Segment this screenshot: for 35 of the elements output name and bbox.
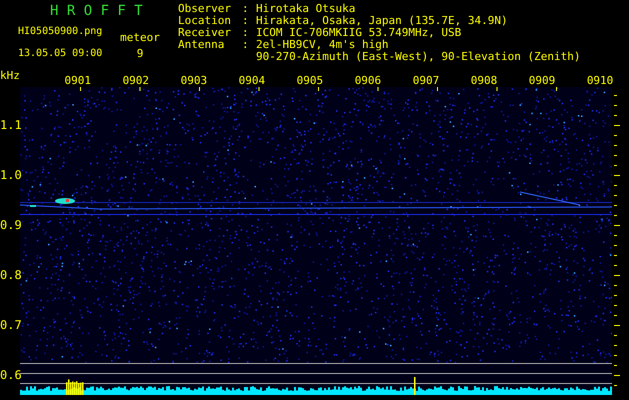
colon: : bbox=[242, 15, 250, 27]
frequency-label: 1.0 bbox=[0, 169, 20, 184]
info-label: Receiver bbox=[178, 27, 232, 39]
colon: : bbox=[242, 3, 250, 15]
app-title: H R O F F T bbox=[49, 3, 144, 21]
count-label: meteor bbox=[119, 30, 161, 46]
time-label: 0905 bbox=[296, 73, 324, 87]
time-label: 0909 bbox=[528, 73, 556, 87]
frequency-label: 1.1 bbox=[0, 119, 20, 134]
info-value: Hirotaka Otsuka bbox=[256, 3, 356, 15]
time-label: 0902 bbox=[122, 73, 150, 87]
time-label: 0906 bbox=[354, 73, 382, 87]
axis-unit: kHz bbox=[0, 68, 21, 82]
time-label: 0903 bbox=[180, 73, 208, 87]
time-label: 0901 bbox=[64, 73, 92, 87]
time-label: 0910 bbox=[586, 73, 614, 87]
info-label: Antenna bbox=[178, 39, 226, 53]
time-label: 0904 bbox=[238, 73, 266, 87]
time-label: 0907 bbox=[412, 73, 440, 87]
frequency-label: 0.8 bbox=[0, 269, 20, 284]
info-value: 90-270-Azimuth (East-West), 90-Elevation (Zenith) bbox=[256, 51, 581, 63]
info-value: Hirakata, Osaka, Japan (135.7E, 34.9N) bbox=[256, 15, 508, 27]
date-time: 13.05.05 09:00 bbox=[18, 47, 102, 60]
file-name: HI05050900.png bbox=[18, 25, 102, 38]
frequency-label: 0.9 bbox=[0, 219, 20, 234]
info-value: ICOM IC-706MKIIG 53.749MHz, USB bbox=[256, 27, 462, 39]
colon: : bbox=[242, 39, 250, 53]
meteor-count: 9 bbox=[136, 47, 144, 62]
frequency-label: 0.7 bbox=[0, 319, 20, 334]
frequency-label: 0.6 bbox=[0, 369, 20, 384]
colon: : bbox=[242, 27, 250, 39]
info-value: 2el-HB9CV, 4m's high bbox=[256, 39, 390, 51]
info-label: Observer bbox=[178, 3, 232, 15]
info-label: Location bbox=[178, 15, 232, 27]
time-label: 0908 bbox=[470, 73, 498, 87]
